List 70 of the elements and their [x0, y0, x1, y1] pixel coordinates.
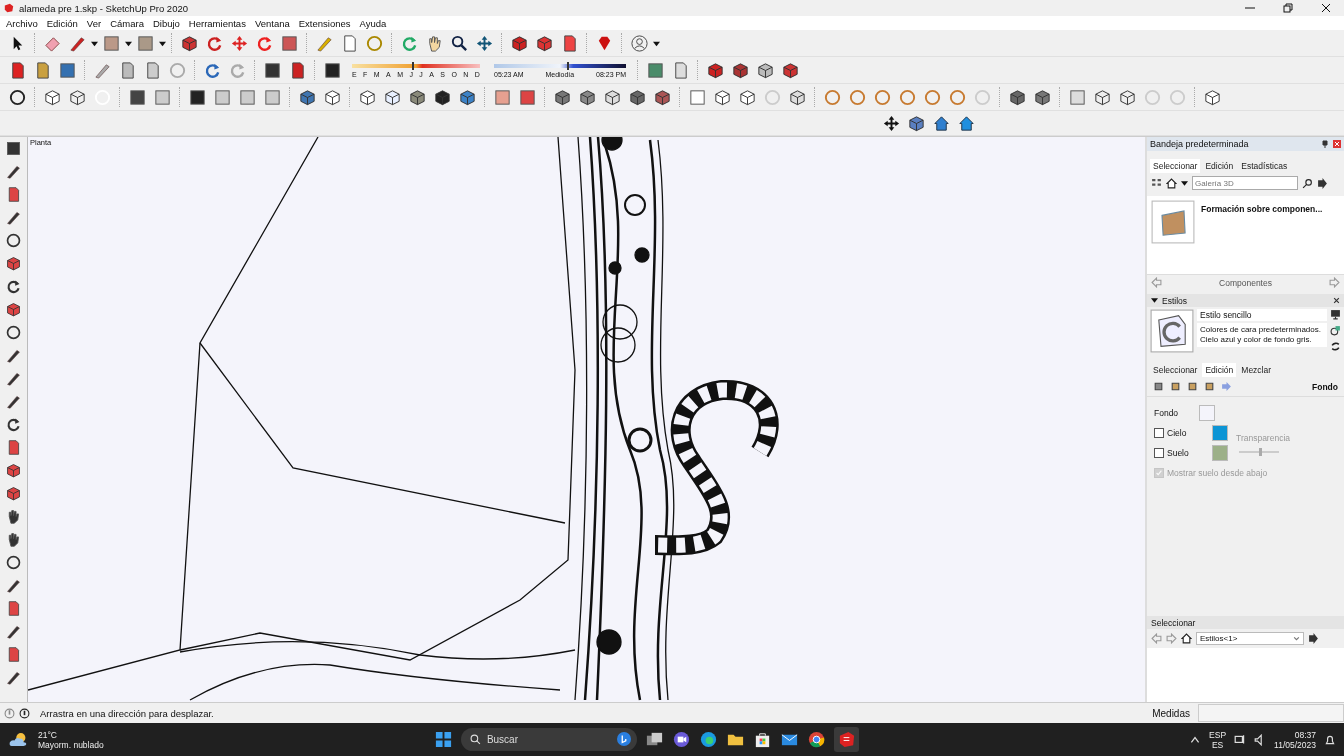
grid-icon[interactable] — [1151, 177, 1162, 189]
style-dropdown[interactable]: Estilos<1> — [1196, 632, 1304, 645]
tab[interactable]: Mezclar — [1238, 363, 1275, 377]
app-logo-icon — [4, 3, 14, 13]
color-swatch[interactable] — [1212, 424, 1228, 441]
export-arrow-icon[interactable] — [1308, 633, 1319, 644]
measurements-label: Medidas — [1152, 707, 1190, 719]
tray-title: Bandeja predeterminada — [1150, 139, 1249, 149]
cube-icon[interactable] — [1153, 381, 1164, 392]
search-icon[interactable] — [469, 734, 481, 745]
tab[interactable]: Seleccionar — [1150, 159, 1201, 173]
section-title: Componentes — [1219, 277, 1272, 288]
setting-label: Fondo — [1154, 407, 1180, 418]
close-icon[interactable] — [1321, 3, 1331, 13]
expanded-triangle-icon[interactable] — [1151, 297, 1158, 304]
weather-description[interactable]: Mayorm. nublado — [38, 739, 104, 750]
windows-start-icon[interactable] — [433, 730, 453, 749]
restore-icon[interactable] — [1283, 3, 1293, 13]
menu-item[interactable]: Herramientas — [188, 17, 246, 29]
menu-item[interactable]: Cámara — [110, 17, 144, 29]
slider-thumb[interactable] — [412, 62, 415, 70]
refresh-icon[interactable] — [1330, 341, 1341, 352]
tab[interactable]: Estadísticas — [1238, 159, 1291, 173]
section-title: Fondo — [1312, 381, 1338, 392]
transparency-label: Transparencia — [1236, 433, 1291, 443]
clock[interactable]: 08:37 11/05/2023 — [1274, 729, 1316, 750]
panel-title: Seleccionar — [1151, 617, 1196, 628]
search-field[interactable]: Galería 3D — [1192, 176, 1298, 190]
cube-icon[interactable] — [1187, 381, 1198, 392]
home-icon[interactable] — [1166, 177, 1177, 189]
home-icon[interactable] — [1181, 633, 1192, 644]
caret-icon[interactable] — [1181, 179, 1188, 187]
search-field[interactable]: Buscar — [460, 728, 637, 751]
window-title: alameda pre 1.skp - SketchUp Pro 2020 — [19, 2, 188, 14]
menu-item[interactable]: Archivo — [6, 17, 38, 29]
measurements-field[interactable] — [1198, 704, 1344, 722]
export-arrow-icon[interactable] — [1317, 177, 1328, 189]
cube-icon[interactable] — [1170, 381, 1181, 392]
close-icon[interactable] — [1333, 297, 1340, 304]
tab[interactable]: Edición — [1202, 363, 1237, 377]
menu-item[interactable]: Ayuda — [359, 17, 387, 29]
monitor-icon[interactable] — [1330, 309, 1341, 320]
component-title[interactable]: Formación sobre componen... — [1201, 204, 1323, 214]
style-name-field[interactable]: Estilo sencillo — [1197, 309, 1327, 321]
notification-bell-icon[interactable] — [1324, 733, 1336, 746]
menu-item[interactable]: Edición — [46, 17, 78, 29]
search-icon[interactable] — [1302, 177, 1313, 189]
language-indicator[interactable]: ESP ES — [1209, 729, 1227, 750]
info-icon[interactable] — [19, 707, 30, 719]
tab[interactable]: Edición — [1202, 159, 1237, 173]
tab[interactable]: Seleccionar — [1150, 363, 1201, 377]
video-chat-icon[interactable] — [671, 730, 691, 749]
cube-icon[interactable] — [1204, 381, 1215, 392]
slider-thumb[interactable] — [566, 62, 569, 70]
color-swatch[interactable] — [1212, 444, 1228, 461]
checkbox[interactable] — [1154, 447, 1164, 458]
checkbox[interactable] — [1154, 427, 1164, 438]
menu-item[interactable]: Extensiones — [298, 17, 351, 29]
style-description: Colores de cara predeterminados. Cielo azul y color de fondo gris. — [1197, 323, 1327, 347]
menu-item[interactable]: Dibujo — [152, 17, 180, 29]
status-message: Arrastra en una dirección para desplazar. — [40, 707, 214, 719]
setting-label: Mostrar suelo desde abajo — [1167, 467, 1268, 478]
weather-temperature[interactable]: 21°C — [38, 729, 104, 740]
setting-label: Cielo — [1167, 427, 1188, 438]
menu-item[interactable]: Ver — [86, 17, 102, 29]
style-thumbnail-icon — [1150, 309, 1194, 353]
panel-title[interactable]: Estilos — [1162, 295, 1188, 306]
setting-label: Suelo — [1167, 447, 1190, 458]
menu-item[interactable]: Ventana — [254, 17, 290, 29]
color-swatch[interactable] — [1199, 404, 1215, 421]
